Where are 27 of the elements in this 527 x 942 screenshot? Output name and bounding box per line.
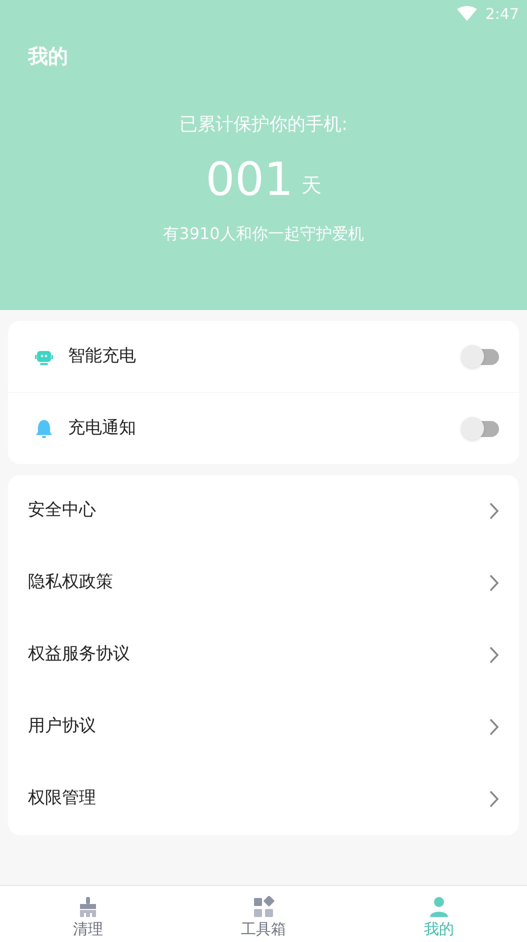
menu-item[interactable]: 用户协议 bbox=[8, 691, 519, 763]
menu-item[interactable]: 权益服务协议 bbox=[8, 619, 519, 691]
setting-label: 充电通知 bbox=[68, 416, 137, 440]
grid-icon bbox=[252, 896, 274, 918]
chevron-icon bbox=[489, 574, 499, 592]
broom-icon bbox=[78, 896, 98, 918]
bell-icon bbox=[34, 418, 54, 440]
chevron-icon bbox=[489, 718, 499, 736]
person-icon bbox=[429, 896, 450, 918]
users-note: 有3910人和你一起守护爱机 bbox=[163, 223, 364, 245]
days-unit: 天 bbox=[301, 172, 322, 199]
toggle-switch[interactable] bbox=[461, 344, 499, 368]
menu-item[interactable]: 权限管理 bbox=[8, 763, 519, 835]
protect-caption: 已累计保护你的手机: bbox=[179, 113, 348, 137]
chevron-icon bbox=[489, 646, 499, 664]
tab[interactable]: 工具箱 bbox=[176, 886, 352, 942]
tab[interactable]: 清理 bbox=[0, 886, 176, 942]
setting-label: 智能充电 bbox=[68, 344, 137, 368]
chevron-icon bbox=[489, 502, 499, 520]
wifi-icon bbox=[457, 6, 478, 22]
menu-item[interactable]: 隐私权政策 bbox=[8, 547, 519, 619]
menu-item[interactable]: 安全中心 bbox=[8, 475, 519, 547]
toggle-switch[interactable] bbox=[461, 416, 499, 440]
chevron-icon bbox=[489, 790, 499, 808]
days-count: 001 bbox=[206, 152, 294, 206]
status-time: 2:47 bbox=[485, 4, 519, 25]
page-title: 我的 bbox=[28, 44, 68, 68]
